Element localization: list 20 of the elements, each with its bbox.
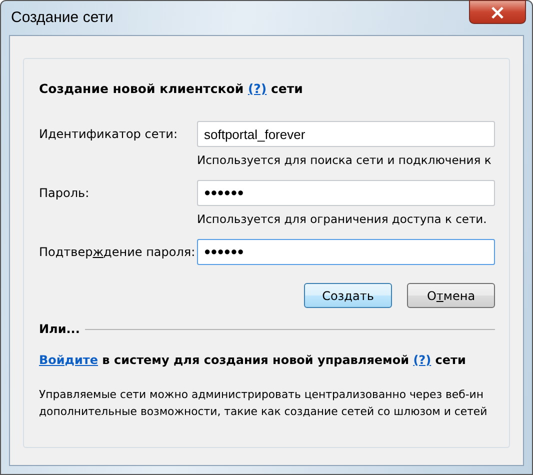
close-button[interactable]: × <box>469 0 526 24</box>
dialog-button[interactable]: Отмена <box>407 283 495 308</box>
description-text: дополнительные возможности, такие как создание сетей со шлюзом и сетей <box>39 404 488 420</box>
hint-text: Используется для поиска сети и подключения к <box>197 152 492 169</box>
field-label: Пароль: <box>39 186 90 200</box>
field-label: Подтверждение пароля: <box>39 245 196 259</box>
help-link[interactable]: (?) <box>248 81 267 96</box>
section-title: Или... <box>39 322 80 336</box>
input-field[interactable]: softportal_forever <box>197 121 495 147</box>
password-field[interactable]: ●●●●●● <box>197 180 495 206</box>
section-heading: Создание новой клиентской (?) сети <box>39 81 304 96</box>
login-link[interactable]: (?) <box>413 353 432 367</box>
description-text: Управляемые сети можно администрировать централизованно через веб-ин <box>39 387 484 403</box>
password-field[interactable]: ●●●●●● <box>197 239 495 265</box>
field-label: Идентификатор сети: <box>39 127 179 141</box>
hint-text: Используется для ограничения доступа к сети. <box>197 211 488 228</box>
window-title: Создание сети <box>10 8 114 28</box>
dialog-button[interactable]: Создать <box>304 283 392 308</box>
login-link[interactable]: Войдите <box>39 353 98 367</box>
login-sentence: Войдите в систему для создания новой управляемой (?) сети <box>39 353 467 367</box>
